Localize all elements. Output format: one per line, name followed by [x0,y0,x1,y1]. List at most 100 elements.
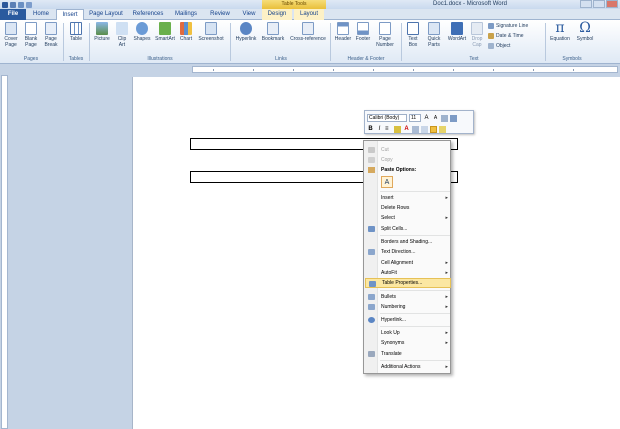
menu-item-insert[interactable]: Insert ▸ [365,193,451,203]
bookmark-button[interactable]: Bookmark [260,22,286,42]
quick-parts-button[interactable]: Quick Parts [424,22,444,48]
tab-mailings[interactable]: Mailings [170,9,202,20]
menu-item-numbering[interactable]: Numbering ▸ [365,302,451,312]
vertical-ruler[interactable] [0,75,9,429]
equation-button[interactable]: π Equation [547,20,573,42]
bold-icon[interactable]: B [367,126,374,133]
header-button[interactable]: Header [333,22,353,42]
menu-item-look-up[interactable]: Look Up ▸ [365,328,451,338]
menu-item-hyperlink[interactable]: Hyperlink... [365,315,451,325]
chart-icon [180,22,192,35]
font-color-icon[interactable]: A [403,126,410,133]
symbol-button[interactable]: Ω Symbol [575,21,595,42]
chevron-right-icon: ▸ [445,260,448,266]
keep-text-only-icon[interactable]: A [381,176,393,188]
chart-button[interactable]: Chart [178,22,194,42]
smartart-button[interactable]: SmartArt [154,22,176,42]
group-text-label: Text [469,56,479,62]
tab-file[interactable]: File [0,9,26,20]
menu-item-copy[interactable]: Copy [365,155,451,165]
table-button[interactable]: Table [66,22,86,42]
blank-page-button[interactable]: Blank Page [22,22,40,48]
drop-cap-icon [471,22,483,35]
hyperlink-button[interactable]: Hyperlink [233,22,259,42]
picture-button[interactable]: Picture [92,22,112,42]
table-tools-label: Table Tools [262,0,326,9]
group-pages-label: Pages [23,56,39,62]
page-break-button[interactable]: Page Break [42,22,60,48]
highlight-icon[interactable] [394,125,401,133]
tab-home[interactable]: Home [28,9,54,20]
date-time-button[interactable]: Date & Time [488,33,524,39]
clipboard-icon [368,167,375,173]
tab-view[interactable]: View [238,9,260,20]
tab-layout[interactable]: Layout [294,9,324,20]
redo-icon[interactable] [26,1,32,8]
text-direction-icon [368,249,375,255]
menu-item-split-cells[interactable]: Split Cells... [365,224,451,234]
paste-options-header: Paste Options: [365,165,451,175]
group-illustrations-label: Illustrations [147,56,173,62]
font-size-box[interactable]: 11 [409,114,421,122]
minimize-button[interactable] [580,0,592,8]
page-break-icon [45,22,57,35]
horizontal-ruler[interactable] [0,65,620,74]
clip-art-button[interactable]: Clip Art [114,22,130,48]
menu-item-autofit[interactable]: AutoFit ▸ [365,268,451,278]
object-button[interactable]: Object [488,43,510,49]
menu-item-additional-actions[interactable]: Additional Actions ▸ [365,362,451,372]
menu-item-translate[interactable]: Translate [365,349,451,359]
drop-cap-button[interactable]: Drop Cap [469,22,485,48]
center-align-icon[interactable]: ≡ [385,126,392,133]
menu-item-text-direction[interactable]: Text Direction... [365,247,451,257]
tab-references[interactable]: References [130,9,166,20]
copy-icon [368,157,375,163]
menu-item-borders-shading[interactable]: Borders and Shading... [365,237,451,247]
wordart-button[interactable]: WordArt [446,22,468,42]
menu-item-table-properties[interactable]: Table Properties... [365,278,451,288]
chevron-right-icon: ▸ [445,364,448,370]
menu-item-select[interactable]: Select ▸ [365,213,451,223]
borders-icon[interactable] [421,125,428,133]
footer-button[interactable]: Footer [354,22,372,42]
tab-review[interactable]: Review [206,9,234,20]
italic-icon[interactable]: I [376,126,383,133]
tab-page-layout[interactable]: Page Layout [86,9,126,20]
menu-item-cut[interactable]: Cut [365,145,451,155]
pi-icon: π [555,20,565,36]
font-name-box[interactable]: Calibri (Body) [367,114,407,122]
context-menu: Cut Copy Paste Options: A Insert ▸ Delete… [363,140,451,374]
cross-reference-icon [302,22,314,35]
menu-item-delete-rows[interactable]: Delete Rows [365,203,451,213]
blank-page-icon [25,22,37,35]
close-button[interactable] [606,0,618,8]
shrink-font-icon[interactable]: A [432,115,439,122]
text-box-button[interactable]: Text Box [404,22,422,48]
menu-item-bullets[interactable]: Bullets ▸ [365,292,451,302]
format-painter-icon[interactable] [441,114,448,122]
cover-page-button[interactable]: Cover Page [2,22,20,48]
signature-line-button[interactable]: Signature Line [488,23,528,29]
calendar-icon [488,33,494,39]
style-icon[interactable] [450,114,457,122]
scissors-icon [368,147,375,153]
cross-reference-button[interactable]: Cross-reference [288,22,328,42]
tab-design[interactable]: Design [262,9,292,20]
table-style-icon[interactable] [430,125,437,133]
vertical-ruler-strip [1,75,8,429]
shading-icon[interactable] [412,125,419,133]
grow-font-icon[interactable]: A [423,115,430,122]
page-number-button[interactable]: Page Number [373,22,397,48]
chevron-right-icon: ▸ [445,294,448,300]
screenshot-icon [205,22,217,35]
eraser-icon[interactable] [439,125,446,133]
chevron-right-icon: ▸ [445,195,448,201]
menu-item-cell-alignment[interactable]: Cell Alignment ▸ [365,258,451,268]
menu-item-synonyms[interactable]: Synonyms ▸ [365,338,451,348]
maximize-button[interactable] [593,0,605,8]
save-icon[interactable] [10,1,16,8]
chevron-right-icon: ▸ [445,330,448,336]
undo-icon[interactable] [18,1,24,8]
shapes-button[interactable]: Shapes [132,22,152,42]
screenshot-button[interactable]: Screenshot [196,22,226,42]
